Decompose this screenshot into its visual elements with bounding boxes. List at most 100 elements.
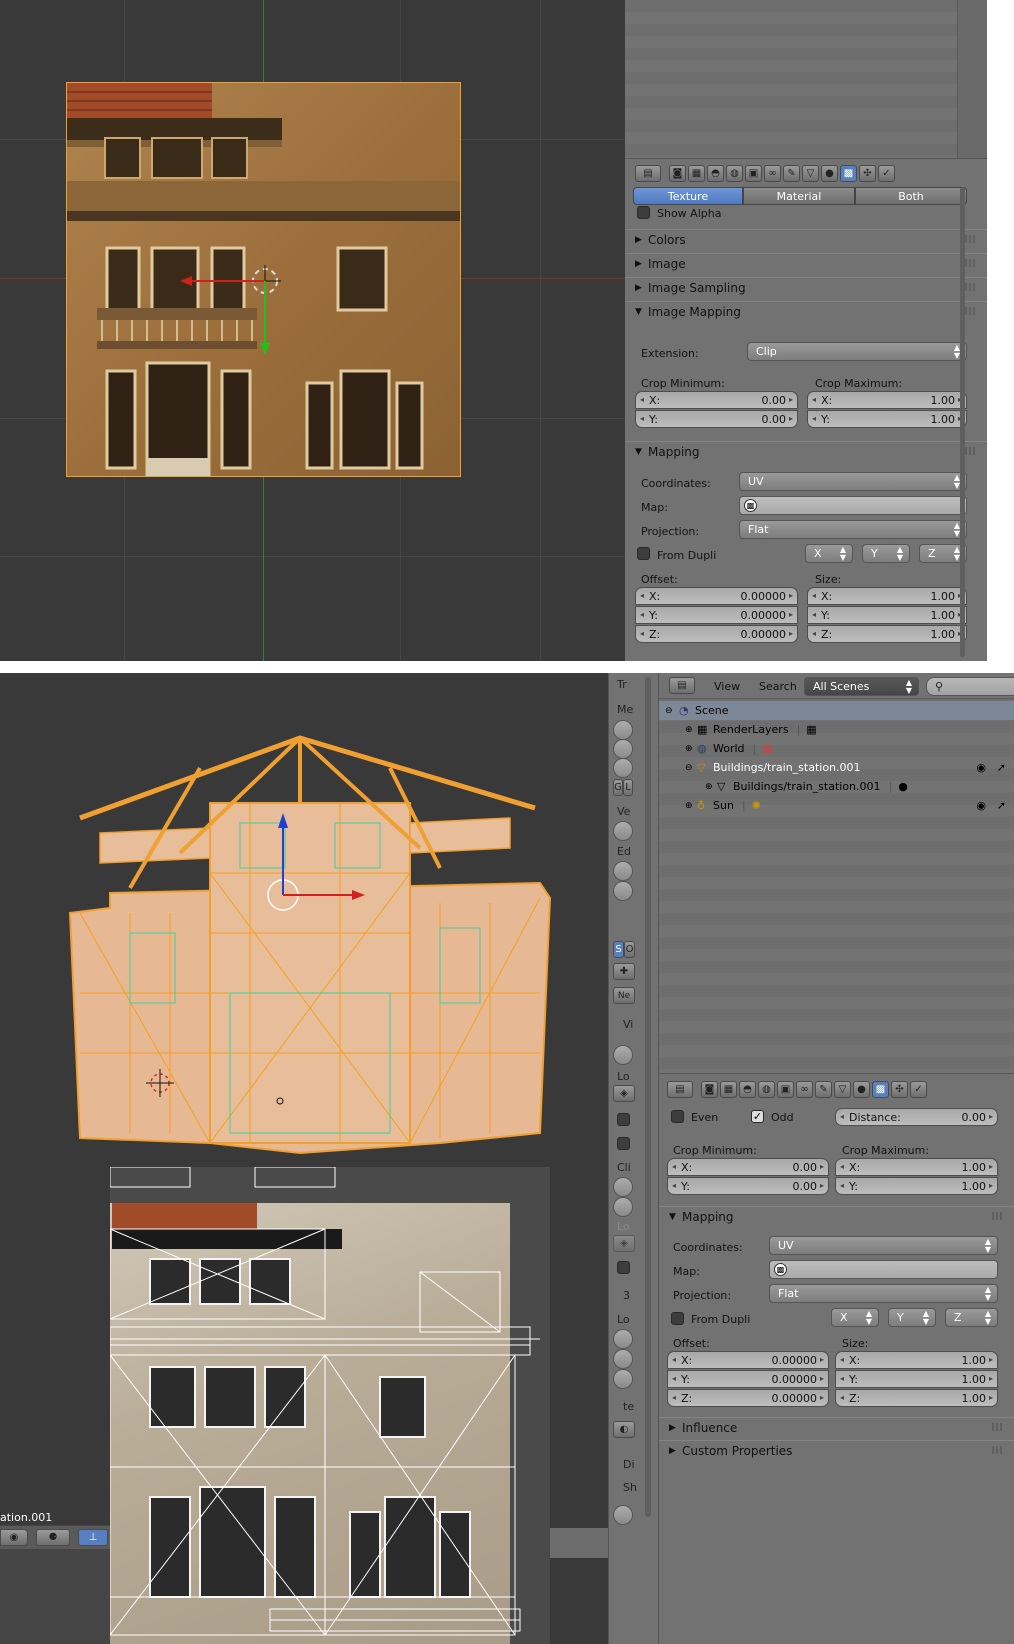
constraints-icon[interactable]: ∞: [796, 1080, 813, 1098]
scene-icon[interactable]: ◓: [707, 164, 724, 182]
world-icon[interactable]: ◍: [726, 164, 743, 182]
crop-max-x-field[interactable]: ◂X:1.00▸: [835, 1158, 998, 1176]
tab-both[interactable]: Both: [855, 187, 967, 205]
axis-z-select[interactable]: Z ▲ ▼: [945, 1308, 998, 1327]
coordinates-select[interactable]: UV ▲ ▼: [739, 472, 967, 491]
tool-button-14[interactable]: [613, 1369, 633, 1389]
offset-z-field[interactable]: ◂ Z: 0.00000 ▸: [667, 1389, 829, 1407]
tool-checkbox-1[interactable]: [617, 1113, 630, 1126]
crop-min-y-field[interactable]: ◂ Y: 0.00 ▸: [667, 1177, 829, 1195]
distance-field[interactable]: ◂ Distance: 0.00 ▸: [835, 1108, 998, 1126]
section-image-sampling[interactable]: ▶ Image Sampling: [625, 277, 987, 297]
uv-image-area[interactable]: [110, 1167, 550, 1644]
physics-icon[interactable]: ✓: [910, 1080, 927, 1098]
extension-select[interactable]: Clip ▲ ▼: [747, 342, 967, 361]
section-mapping[interactable]: ▼ Mapping: [659, 1206, 1014, 1226]
tool-button-1[interactable]: [613, 720, 633, 740]
outliner[interactable]: ▤ View Search All Scenes ▲ ▼ ⚲ ⊖ ◔ Scene ⊕…: [658, 673, 1014, 1073]
render-layers-icon[interactable]: ▦: [688, 164, 705, 182]
crop-min-x-field[interactable]: ◂ X: 0.00 ▸: [635, 391, 798, 409]
crop-max-y-field[interactable]: ◂Y:1.00▸: [835, 1177, 998, 1195]
outliner-display-mode-select[interactable]: All Scenes ▲ ▼: [804, 677, 919, 696]
crop-min-y-field[interactable]: ◂ Y: 0.00 ▸: [635, 410, 798, 428]
tool-shelf-scrollbar[interactable]: [645, 677, 651, 1517]
tool-checkbox-2[interactable]: [617, 1137, 630, 1150]
tool-button-15[interactable]: ◐: [613, 1421, 635, 1438]
size-y-field[interactable]: ◂Y:1.00▸: [807, 606, 967, 624]
transform-gizmo[interactable]: [170, 255, 290, 365]
tool-button-12[interactable]: [613, 1329, 633, 1349]
outliner-row-mesh-object[interactable]: ⊖ ▽ Buildings/train_station.001 ◉ ➚: [659, 758, 1014, 777]
outliner-row-mesh-data[interactable]: ⊕ ▽ Buildings/train_station.001 | ●: [659, 777, 1014, 796]
outliner-row-renderlayers[interactable]: ⊕ ▦ RenderLayers | ▦: [659, 720, 1014, 739]
section-influence[interactable]: ▶ Influence: [659, 1417, 1014, 1437]
bottom-3d-viewport[interactable]: ation.001 ◉ ⚈ ⊥: [0, 673, 608, 1644]
section-image[interactable]: ▶ Image: [625, 253, 987, 273]
show-alpha-checkbox[interactable]: [637, 206, 650, 219]
offset-y-field[interactable]: ◂ Y: 0.00000 ▸: [667, 1370, 829, 1388]
render-layers-icon[interactable]: ▦: [720, 1080, 737, 1098]
section-image-mapping[interactable]: ▼ Image Mapping: [625, 301, 987, 321]
particles-icon[interactable]: ✣: [859, 164, 876, 182]
size-y-field[interactable]: ◂Y:1.00▸: [835, 1370, 998, 1388]
render-icon[interactable]: ◙: [669, 164, 686, 182]
tool-button-6[interactable]: [613, 881, 633, 901]
tab-texture[interactable]: Texture: [633, 187, 743, 205]
properties-scrollbar[interactable]: [960, 187, 965, 657]
top-outliner-area[interactable]: [625, 0, 987, 158]
crop-max-x-field[interactable]: ◂X:1.00▸: [807, 391, 967, 409]
axis-x-select[interactable]: X ▲ ▼: [831, 1308, 879, 1327]
outliner-row-sun[interactable]: ⊕ ♁ Sun | ✺ ◉ ➚: [659, 796, 1014, 815]
size-z-field[interactable]: ◂Z:1.00▸: [835, 1389, 998, 1407]
map-field[interactable]: ▩: [739, 496, 967, 515]
tool-button-5[interactable]: [613, 861, 633, 881]
tool-button-o[interactable]: O: [624, 941, 635, 958]
outliner-editor-type-icon[interactable]: ▤: [669, 677, 695, 694]
outliner-search-input[interactable]: ⚲: [926, 677, 1014, 696]
from-dupli-checkbox[interactable]: [671, 1312, 684, 1325]
outliner-search-menu[interactable]: Search: [759, 680, 797, 693]
editor-type-icon[interactable]: ▤: [635, 164, 661, 182]
outliner-row-scene[interactable]: ⊖ ◔ Scene: [659, 701, 1014, 720]
from-dupli-checkbox[interactable]: [637, 547, 650, 560]
object-icon[interactable]: ▣: [745, 164, 762, 182]
tool-button-11[interactable]: ◈: [613, 1235, 635, 1252]
tool-button-13[interactable]: [613, 1349, 633, 1369]
axis-x-select[interactable]: X ▲ ▼: [805, 544, 853, 563]
size-x-field[interactable]: ◂X:1.00▸: [807, 587, 967, 605]
projection-select[interactable]: Flat ▲ ▼: [769, 1284, 998, 1303]
editor-type-icon[interactable]: ▤: [667, 1080, 693, 1098]
top-3d-viewport[interactable]: [0, 0, 625, 661]
offset-x-field[interactable]: ◂ X: 0.00000 ▸: [667, 1351, 829, 1369]
tool-button-2[interactable]: [613, 739, 633, 759]
tool-button-ne[interactable]: Ne: [613, 987, 635, 1004]
outliner-row-world[interactable]: ⊕ ◍ World | ▩: [659, 739, 1014, 758]
scene-icon[interactable]: ◓: [739, 1080, 756, 1098]
constraints-icon[interactable]: ∞: [764, 164, 781, 182]
tool-button-s[interactable]: S: [613, 941, 624, 958]
section-custom-properties[interactable]: ▶ Custom Properties: [659, 1440, 1014, 1460]
material-icon[interactable]: ●: [821, 164, 838, 182]
texture-icon[interactable]: ▩: [840, 164, 857, 182]
map-field[interactable]: ▩: [769, 1260, 998, 1279]
tool-button-g[interactable]: G: [613, 779, 623, 796]
selectable-cursor-icon[interactable]: ➚: [997, 761, 1006, 774]
render-icon[interactable]: ◙: [701, 1080, 718, 1098]
world-icon[interactable]: ◍: [758, 1080, 775, 1098]
coordinates-select[interactable]: UV ▲ ▼: [769, 1236, 998, 1255]
section-mapping[interactable]: ▼ Mapping: [625, 441, 987, 461]
tool-button-add[interactable]: ✚: [613, 963, 635, 980]
pivot-point-icon[interactable]: ⚈: [36, 1529, 70, 1546]
object-icon[interactable]: ▣: [777, 1080, 794, 1098]
outliner-view-menu[interactable]: View: [714, 680, 740, 693]
shading-mode-icon[interactable]: ◉: [0, 1529, 28, 1546]
projection-select[interactable]: Flat ▲ ▼: [739, 520, 967, 539]
tool-button-4[interactable]: [613, 821, 633, 841]
tool-button-7[interactable]: [613, 1045, 633, 1065]
axis-y-select[interactable]: Y ▲ ▼: [888, 1308, 936, 1327]
texture-icon[interactable]: ▩: [872, 1080, 889, 1098]
tool-checkbox-3[interactable]: [617, 1261, 630, 1274]
manipulator-icon[interactable]: ⊥: [78, 1529, 108, 1546]
size-z-field[interactable]: ◂Z:1.00▸: [807, 625, 967, 643]
particles-icon[interactable]: ✣: [891, 1080, 908, 1098]
